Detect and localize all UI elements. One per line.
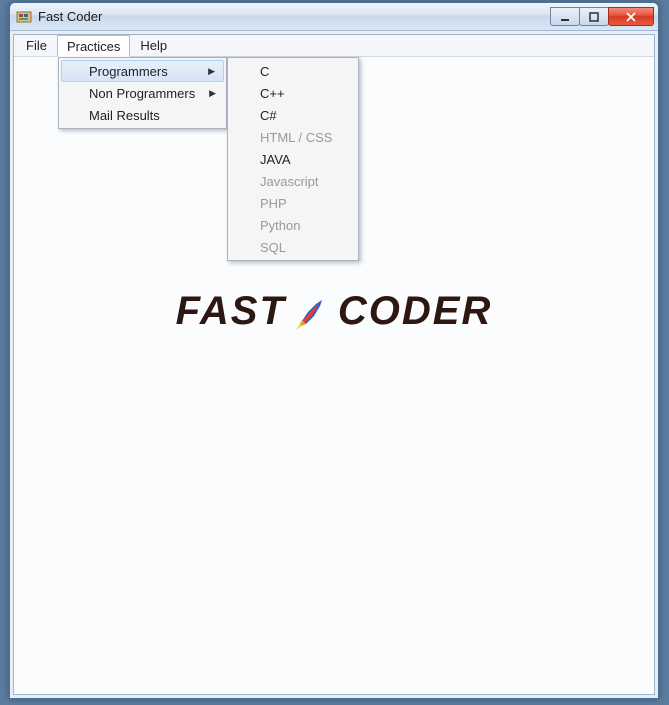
menu-item-label: HTML / CSS (260, 130, 332, 145)
submenu-arrow-icon: ▶ (209, 88, 216, 99)
menu-item-label: SQL (260, 240, 286, 255)
client-area: File Practices Help FAST CODER (13, 34, 655, 695)
menu-item-mail-results[interactable]: Mail Results (61, 104, 224, 126)
rocket-icon (290, 290, 334, 334)
window-title: Fast Coder (38, 9, 551, 24)
menu-item-programmers[interactable]: Programmers ▶ (61, 60, 224, 82)
menu-item-label: Programmers (89, 64, 168, 79)
close-button[interactable] (608, 7, 654, 26)
app-logo: FAST CODER (176, 289, 493, 334)
menu-item-label: Mail Results (89, 108, 160, 123)
menu-file[interactable]: File (16, 35, 57, 56)
menu-help[interactable]: Help (130, 35, 177, 56)
menu-item-non-programmers[interactable]: Non Programmers ▶ (61, 82, 224, 104)
menu-item-label: PHP (260, 196, 287, 211)
logo-container: FAST CODER (14, 289, 654, 334)
app-icon (16, 9, 32, 25)
menu-item-label: C++ (260, 86, 285, 101)
menu-item-label: C (260, 64, 269, 79)
titlebar[interactable]: Fast Coder (10, 3, 658, 31)
programmers-submenu: C C++ C# HTML / CSS JAVA Javascript (227, 57, 359, 261)
submenu-item-c[interactable]: C (230, 60, 356, 82)
menu-item-label: C# (260, 108, 277, 123)
menu-item-label: Non Programmers (89, 86, 195, 101)
menu-item-label: JAVA (260, 152, 291, 167)
submenu-item-htmlcss[interactable]: HTML / CSS (230, 126, 356, 148)
menu-practices[interactable]: Practices (57, 35, 130, 57)
submenu-item-csharp[interactable]: C# (230, 104, 356, 126)
submenu-arrow-icon: ▶ (208, 66, 215, 77)
submenu-item-sql[interactable]: SQL (230, 236, 356, 258)
submenu-item-cpp[interactable]: C++ (230, 82, 356, 104)
maximize-button[interactable] (579, 7, 609, 26)
app-window: Fast Coder File Practices Help FAST (9, 2, 659, 699)
menu-item-label: Javascript (260, 174, 319, 189)
menu-item-label: Python (260, 218, 300, 233)
practices-dropdown: Programmers ▶ Non Programmers ▶ Mail Res… (58, 57, 227, 129)
menubar: File Practices Help (14, 35, 654, 57)
minimize-button[interactable] (550, 7, 580, 26)
submenu-item-java[interactable]: JAVA (230, 148, 356, 170)
window-controls (551, 7, 654, 26)
logo-text-left: FAST (176, 289, 286, 334)
content-area: FAST CODER Programmers ▶ (14, 57, 654, 694)
submenu-item-php[interactable]: PHP (230, 192, 356, 214)
submenu-item-python[interactable]: Python (230, 214, 356, 236)
logo-text-right: CODER (338, 289, 492, 334)
submenu-item-javascript[interactable]: Javascript (230, 170, 356, 192)
